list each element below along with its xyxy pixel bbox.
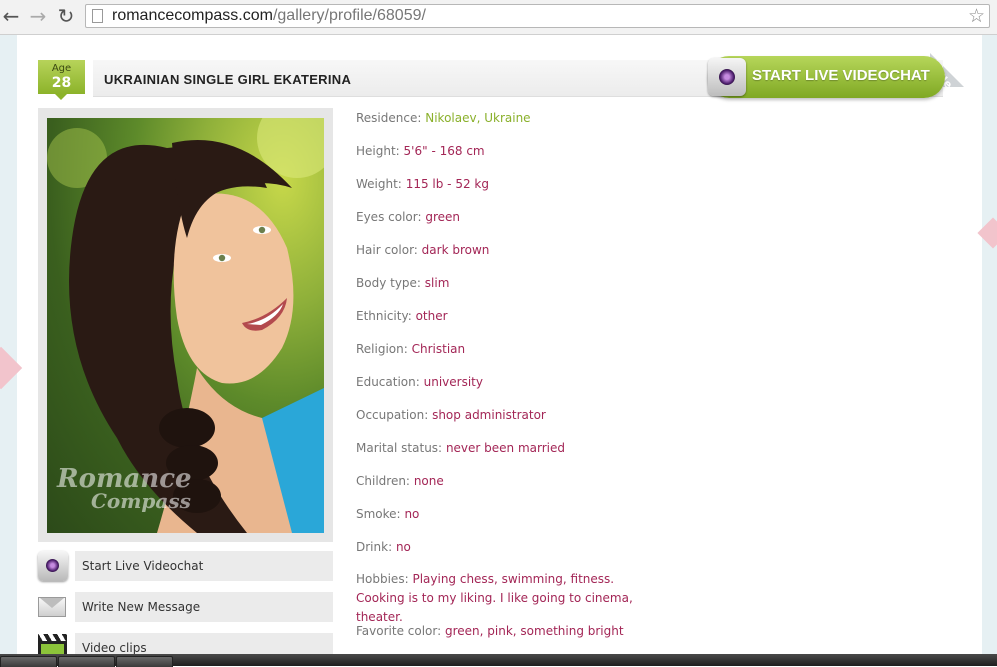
field-label: Height:: [356, 144, 400, 158]
taskbar-button[interactable]: [58, 656, 115, 667]
weight-field: Weight: 115 lb - 52 kg: [356, 177, 489, 191]
body-type-field: Body type: slim: [356, 276, 449, 290]
field-label: Eyes color:: [356, 210, 422, 224]
field-value: none: [413, 474, 444, 488]
start-videochat-banner-button[interactable]: START LIVE VIDEOCHAT: [708, 56, 945, 98]
webcam-icon: [708, 58, 746, 96]
height-field: Height: 5'6" - 168 cm: [356, 144, 485, 158]
action-label: Start Live Videochat: [75, 551, 333, 581]
education-field: Education: university: [356, 375, 483, 389]
field-value: no: [395, 540, 411, 554]
field-value: 5'6" - 168 cm: [403, 144, 485, 158]
field-label: Drink:: [356, 540, 393, 554]
smoke-field: Smoke: no: [356, 507, 419, 521]
field-label: Weight:: [356, 177, 402, 191]
envelope-icon: [38, 592, 68, 622]
favorite-color-field: Favorite color: green, pink, something b…: [356, 624, 624, 638]
left-background-band: [0, 35, 23, 654]
field-value: never been married: [445, 441, 565, 455]
age-label: Age: [51, 63, 72, 74]
field-label: Religion:: [356, 342, 408, 356]
url-text[interactable]: romancecompass.com/gallery/profile/68059…: [112, 7, 426, 25]
field-value: Christian: [411, 342, 466, 356]
webcam-icon: [38, 551, 68, 581]
field-label: Body type:: [356, 276, 421, 290]
field-label: Children:: [356, 474, 410, 488]
religion-field: Religion: Christian: [356, 342, 465, 356]
marital-status-field: Marital status: never been married: [356, 441, 565, 455]
field-value: green: [425, 210, 461, 224]
address-bar[interactable]: romancecompass.com/gallery/profile/68059…: [85, 4, 990, 28]
field-value: other: [415, 309, 448, 323]
field-value: university: [423, 375, 483, 389]
back-arrow-icon[interactable]: ←: [0, 5, 22, 27]
field-label: Marital status:: [356, 441, 443, 455]
forward-arrow-icon[interactable]: →: [27, 5, 49, 27]
field-value: green, pink, something bright: [444, 624, 624, 638]
age-value: 28: [51, 75, 72, 91]
field-label: Ethnicity:: [356, 309, 412, 323]
occupation-field: Occupation: shop administrator: [356, 408, 546, 422]
field-label: Residence:: [356, 111, 422, 125]
field-value: no: [404, 507, 420, 521]
field-label: Hobbies:: [356, 572, 409, 586]
taskbar-button[interactable]: [0, 656, 57, 667]
videochat-banner-label: START LIVE VIDEOCHAT: [752, 67, 930, 84]
taskbar-button[interactable]: [116, 656, 173, 667]
url-host: romancecompass.com: [112, 7, 273, 24]
field-label: Smoke:: [356, 507, 401, 521]
field-label: Hair color:: [356, 243, 418, 257]
action-label: Write New Message: [75, 592, 333, 622]
page-icon: [92, 9, 103, 23]
write-new-message-button[interactable]: Write New Message: [38, 592, 333, 623]
url-path: /gallery/profile/68059/: [272, 7, 426, 24]
start-live-videochat-button[interactable]: Start Live Videochat: [38, 551, 333, 582]
field-value: dark brown: [421, 243, 490, 257]
reload-icon[interactable]: ↻: [55, 5, 77, 27]
photo-watermark: Romance Compass: [57, 466, 192, 512]
right-background-band: [982, 35, 997, 654]
hobbies-field: Hobbies: Playing chess, swimming, fitnes…: [356, 570, 656, 627]
field-value: shop administrator: [432, 408, 546, 422]
ethnicity-field: Ethnicity: other: [356, 309, 448, 323]
field-value: slim: [424, 276, 450, 290]
field-label: Education:: [356, 375, 420, 389]
field-label: Favorite color:: [356, 624, 442, 638]
field-label: Occupation:: [356, 408, 429, 422]
eyes-color-field: Eyes color: green: [356, 210, 460, 224]
browser-toolbar: ← → ↻ romancecompass.com/gallery/profile…: [0, 0, 997, 35]
age-badge: Age 28: [38, 60, 85, 100]
profile-photo[interactable]: Romance Compass: [47, 118, 324, 533]
page-title: UKRAINIAN SINGLE GIRL EKATERINA: [104, 72, 352, 87]
star-icon[interactable]: ☆: [968, 5, 985, 27]
os-taskbar: [0, 654, 997, 667]
drink-field: Drink: no: [356, 540, 411, 554]
field-value[interactable]: Nikolaev, Ukraine: [425, 111, 530, 125]
residence-field: Residence: Nikolaev, Ukraine: [356, 111, 531, 125]
hair-color-field: Hair color: dark brown: [356, 243, 489, 257]
field-value: 115 lb - 52 kg: [405, 177, 489, 191]
children-field: Children: none: [356, 474, 444, 488]
